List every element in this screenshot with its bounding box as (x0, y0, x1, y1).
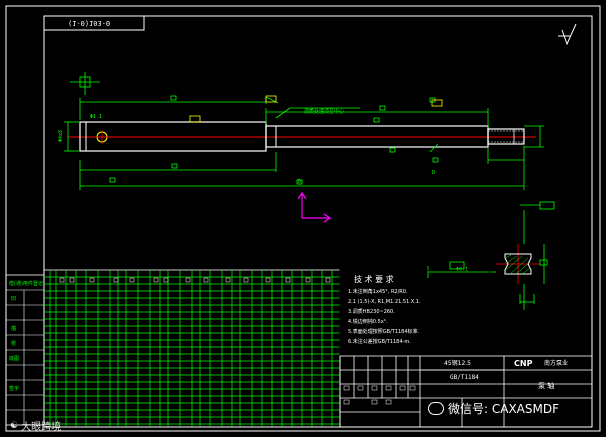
dimensions (64, 72, 544, 190)
wechat-icon (428, 402, 444, 415)
note-item: 5.表面处理按照GB/T1184标准. (348, 329, 420, 335)
svg-text:描: 描 (11, 325, 16, 332)
header-cell-mark (203, 277, 209, 283)
header-cell-mark (243, 277, 249, 283)
svg-text:D: D (432, 170, 435, 176)
drawing-code: (1-0)103-0 (68, 19, 111, 27)
left-watermark: ☯ 大眼跨境 (10, 418, 62, 434)
note-item: 1.未注倒角1x45°, R2/R0. (348, 289, 408, 295)
section-view: Φ0.1 (427, 201, 555, 310)
header-cell-mark (69, 277, 75, 283)
wechat-watermark: 微信号: CAXASMDF (428, 400, 559, 417)
header-cell-mark (113, 277, 119, 283)
header-cell-mark (265, 277, 271, 283)
left-watermark-text: 大眼跨境 (21, 422, 62, 433)
header-cell-mark (153, 277, 159, 283)
svg-text:调质处理须至中心: 调质处理须至中心 (304, 108, 344, 115)
note-item: 3.调质HB230~260. (348, 309, 395, 315)
note-item: 4.锐边倒钝0.5x°. (348, 319, 388, 325)
svg-text:签字: 签字 (9, 385, 19, 392)
header-cell-mark (325, 277, 331, 283)
note-item: 6.未注公差按GB/T1184-m. (348, 339, 411, 345)
svg-text:Φ4x8: Φ4x8 (58, 130, 64, 142)
svg-text:借(通)用件登记: 借(通)用件登记 (9, 280, 43, 287)
notes-title: 技 术 要 求 (354, 275, 394, 284)
shaft-part (68, 121, 536, 152)
notes-list: 1.未注倒角1x45°, R2/R0. 2.1 (1.5)-X, R1,M1.2… (348, 290, 421, 350)
cad-drawing-canvas[interactable]: Φ1.1 D D Φ4x8 调质处理须至中心 Φ0.1 借(通)用件登记 旧 描… (0, 0, 606, 437)
note-item: 2.1 (1.5)-X, R1,M1.21.51.X.1. (348, 299, 421, 305)
revision-table: 借(通)用件登记 旧 描 校 底图 签字 (5, 274, 45, 426)
header-cell-mark (225, 277, 231, 283)
ucs-icon (297, 191, 332, 223)
header-cell-mark (285, 277, 291, 283)
roughness-icon (558, 23, 577, 46)
header-cell-mark (129, 277, 135, 283)
svg-text:底图: 底图 (9, 355, 19, 362)
svg-text:Φ1.1: Φ1.1 (90, 114, 102, 120)
title-block-small-marks (343, 385, 416, 405)
header-cell-mark (59, 277, 65, 283)
svg-text:D: D (298, 179, 301, 185)
header-cell-mark (305, 277, 311, 283)
svg-text:旧: 旧 (11, 295, 16, 302)
process-table (43, 269, 341, 428)
header-cell-mark (163, 277, 169, 283)
header-cell-mark (185, 277, 191, 283)
header-cell-mark (89, 277, 95, 283)
material-label: 45钢12.5 (444, 360, 471, 367)
svg-text:校: 校 (11, 340, 16, 347)
wechat-id: 微信号: CAXASMDF (448, 402, 559, 416)
part-name: 泵 轴 (538, 382, 555, 390)
company-name: 南方泵业 (544, 360, 569, 367)
logo-cnp: CNP (514, 359, 533, 368)
brand-logo-icon: ☯ (10, 420, 19, 431)
standard-label: GB/T1184 (450, 374, 479, 381)
